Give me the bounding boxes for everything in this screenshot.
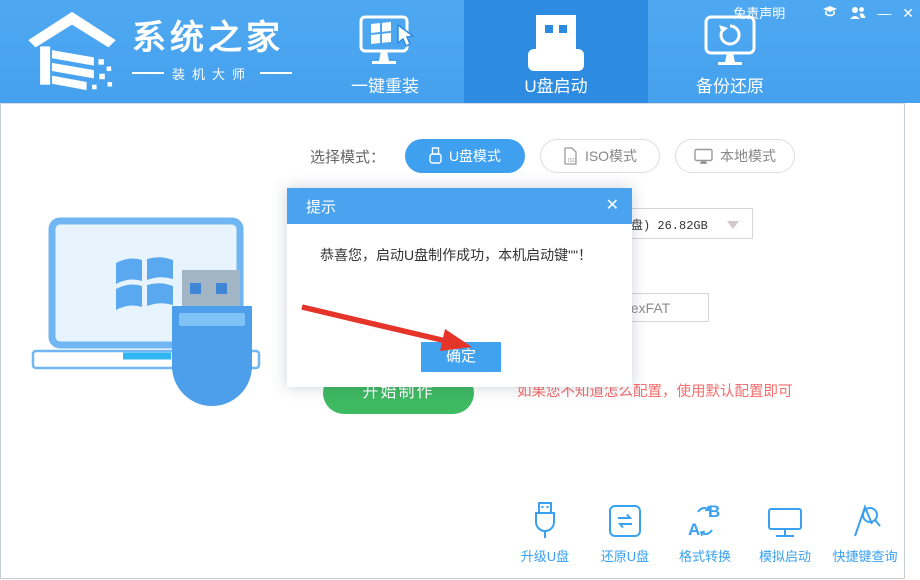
usb-drive-icon [526, 13, 586, 76]
app-window: 系统之家 装机大师 [0, 0, 920, 580]
tab-label: U盘启动 [464, 72, 648, 97]
svg-text:B: B [708, 502, 720, 521]
minimize-button[interactable]: — [877, 4, 891, 22]
subtitle-right-line [260, 72, 292, 74]
tool-label: 模拟启动 [745, 546, 825, 565]
mode-local-button[interactable]: 本地模式 [675, 139, 795, 173]
local-monitor-icon [694, 148, 713, 165]
mode-select-label: 选择模式： [310, 146, 385, 167]
mode-label: 本地模式 [720, 146, 776, 166]
tool-hotkey-query[interactable]: 快捷键查询 [825, 498, 905, 565]
simulate-boot-icon [745, 498, 825, 540]
reinstall-monitor-icon [354, 13, 416, 76]
dialog-ok-button[interactable]: 确定 [421, 342, 501, 372]
restore-usb-icon [585, 498, 665, 540]
laptop-usb-illustration [30, 213, 270, 423]
disclaimer-link[interactable]: 免责声明 [733, 3, 785, 22]
bottom-toolbar: 升级U盘 还原U盘 A B [505, 498, 905, 565]
hotkey-query-icon [825, 498, 905, 540]
tool-simulate-boot[interactable]: 模拟启动 [745, 498, 825, 565]
dropdown-arrow-icon [727, 221, 739, 229]
brand-logo: 系统之家 装机大师 [26, 10, 292, 92]
tab-one-key-reinstall[interactable]: 一键重装 [325, 0, 445, 103]
restore-monitor-icon [699, 13, 761, 76]
iso-file-icon: ISO [563, 147, 578, 165]
usb-drive-dropdown-value: 盘) 26.82GB [631, 216, 708, 233]
header-bar: 系统之家 装机大师 [0, 0, 920, 103]
mode-label: ISO模式 [585, 146, 637, 166]
mode-usb-button[interactable]: U盘模式 [405, 139, 525, 173]
tool-label: 快捷键查询 [825, 546, 905, 565]
dialog-message: 恭喜您，启动U盘制作成功，本机启动键""！ [320, 245, 592, 265]
tool-label: 升级U盘 [505, 546, 585, 565]
mode-label: U盘模式 [449, 146, 501, 166]
tool-label: 还原U盘 [585, 546, 665, 565]
format-convert-icon: A B [665, 498, 745, 540]
subtitle-left-line [132, 72, 164, 74]
tool-label: 格式转换 [665, 546, 745, 565]
format-value: exFAT [631, 300, 670, 316]
brand-subtitle: 装机大师 [132, 64, 292, 83]
tool-restore-usb[interactable]: 还原U盘 [585, 498, 665, 565]
dialog-close-icon[interactable]: ✕ [606, 195, 619, 215]
house-logo-icon [26, 10, 118, 92]
usb-mode-icon [429, 147, 442, 165]
tool-format-convert[interactable]: A B 格式转换 [665, 498, 745, 565]
upgrade-usb-icon [505, 498, 585, 540]
customer-service-icon[interactable] [822, 5, 838, 20]
user-group-icon[interactable] [849, 6, 866, 20]
tab-label: 一键重装 [325, 72, 445, 97]
window-controls: 免责声明 — ✕ [733, 3, 914, 22]
svg-text:A: A [688, 520, 700, 539]
tool-upgrade-usb[interactable]: 升级U盘 [505, 498, 585, 565]
tab-usb-boot[interactable]: U盘启动 [464, 0, 648, 103]
dialog-title: 提示 [306, 196, 336, 217]
dialog-titlebar: 提示 ✕ [287, 188, 632, 224]
mode-iso-button[interactable]: ISO ISO模式 [540, 139, 660, 173]
svg-text:ISO: ISO [568, 158, 577, 164]
hint-dialog: 提示 ✕ 恭喜您，启动U盘制作成功，本机启动键""！ 确定 [287, 188, 632, 387]
brand-title: 系统之家 [132, 20, 292, 56]
tab-label: 备份还原 [649, 72, 811, 97]
close-button[interactable]: ✕ [902, 4, 914, 22]
